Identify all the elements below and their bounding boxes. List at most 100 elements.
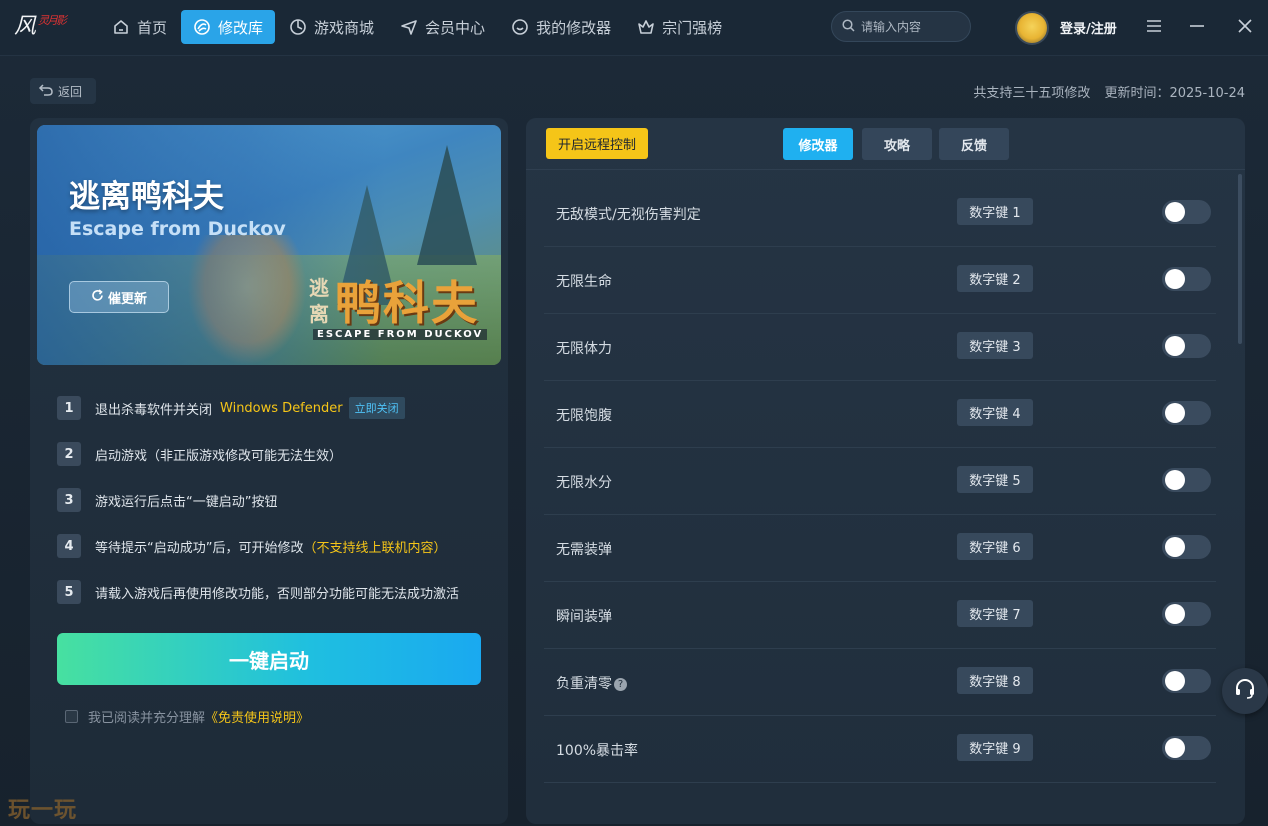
cheat-label: 无限生命 bbox=[556, 274, 612, 290]
top-bar: 风灵月影 首页 修改库 游戏商城 会员中心 我的修改器 宗门强榜 请输入内容 登… bbox=[0, 0, 1268, 56]
hotkey-badge[interactable]: 数字键 2 bbox=[957, 265, 1033, 292]
cheat-toggle[interactable] bbox=[1162, 535, 1211, 559]
step-5: 5 请载入游戏后再使用修改功能，否则部分功能可能无法成功激活 bbox=[57, 580, 459, 604]
step-note: （不支持线上联机内容） bbox=[303, 540, 447, 556]
cheat-toggle[interactable] bbox=[1162, 736, 1211, 760]
nav-label: 宗门强榜 bbox=[662, 18, 723, 37]
nav-sect-ranking[interactable]: 宗门强榜 bbox=[625, 10, 734, 44]
logo-art-en: ESCAPE FROM DUCKOV bbox=[313, 329, 488, 340]
step-2: 2 启动游戏（非正版游戏修改可能无法生效） bbox=[57, 442, 342, 466]
cheat-label: 无限水分 bbox=[556, 475, 612, 491]
avatar[interactable] bbox=[1015, 11, 1049, 45]
cheat-toggle[interactable] bbox=[1162, 334, 1211, 358]
request-update-button[interactable]: 催更新 bbox=[69, 281, 169, 313]
support-count: 共支持三十五项修改 bbox=[973, 86, 1091, 101]
support-info: 共支持三十五项修改 更新时间：2025-10-24 bbox=[959, 82, 1245, 101]
cheat-toggle[interactable] bbox=[1162, 468, 1211, 492]
nav-mod-library[interactable]: 修改库 bbox=[181, 10, 276, 44]
close-defender-button[interactable]: 立即关闭 bbox=[348, 397, 405, 419]
tab-guide[interactable]: 攻略 bbox=[862, 128, 932, 160]
nav-label: 首页 bbox=[137, 18, 168, 37]
home-icon bbox=[112, 18, 130, 36]
help-icon[interactable]: ? bbox=[614, 678, 627, 691]
game-title: 逃离鸭科夫 bbox=[69, 179, 224, 215]
one-click-launch-button[interactable]: 一键启动 bbox=[57, 633, 481, 685]
cheat-row: 无需装弹 数字键 6 bbox=[544, 515, 1216, 582]
member-icon bbox=[400, 18, 418, 36]
customer-support-button[interactable] bbox=[1222, 668, 1268, 714]
nav-member-center[interactable]: 会员中心 bbox=[388, 10, 497, 44]
cheat-label: 负重清零 bbox=[556, 676, 612, 692]
cheat-label: 100%暴击率 bbox=[556, 743, 639, 759]
back-button[interactable]: 返回 bbox=[30, 78, 96, 104]
logo-text: 风 bbox=[14, 14, 36, 39]
close-icon[interactable] bbox=[1235, 16, 1255, 36]
cheat-toggle[interactable] bbox=[1162, 200, 1211, 224]
cheat-label: 无需装弹 bbox=[556, 542, 612, 558]
app-logo[interactable]: 风灵月影 bbox=[14, 10, 80, 44]
cheat-toggle[interactable] bbox=[1162, 602, 1211, 626]
watermark-logo: 玩一玩 bbox=[8, 798, 78, 823]
agree-checkbox[interactable] bbox=[65, 710, 78, 723]
headset-icon bbox=[1233, 677, 1257, 705]
toggle-knob bbox=[1165, 336, 1185, 356]
toggle-knob bbox=[1165, 738, 1185, 758]
step-number: 1 bbox=[57, 396, 81, 420]
back-label: 返回 bbox=[58, 84, 83, 99]
trainer-header: 开启远程控制 修改器 攻略 反馈 bbox=[526, 118, 1245, 170]
hotkey-badge[interactable]: 数字键 8 bbox=[957, 667, 1033, 694]
toggle-knob bbox=[1165, 537, 1185, 557]
step-text: 退出杀毒软件并关闭 bbox=[95, 402, 213, 418]
nav-label: 我的修改器 bbox=[536, 18, 612, 37]
cheat-toggle[interactable] bbox=[1162, 401, 1211, 425]
remote-control-button[interactable]: 开启远程控制 bbox=[546, 128, 648, 159]
nav-home[interactable]: 首页 bbox=[100, 10, 179, 44]
main-nav: 首页 修改库 游戏商城 会员中心 我的修改器 宗门强榜 bbox=[100, 10, 736, 44]
nav-my-trainer[interactable]: 我的修改器 bbox=[499, 10, 623, 44]
hotkey-badge[interactable]: 数字键 6 bbox=[957, 533, 1033, 560]
update-label: 催更新 bbox=[107, 291, 147, 307]
logo-art-small: 逃离 bbox=[309, 276, 329, 326]
my-trainer-icon bbox=[511, 18, 529, 36]
disclaimer-link[interactable]: 《免责使用说明》 bbox=[205, 707, 309, 726]
game-info-panel: 逃离鸭科夫 Escape from Duckov 催更新 逃离 鸭科夫 ESCA… bbox=[30, 118, 508, 824]
update-time: 更新时间：2025-10-24 bbox=[1104, 86, 1245, 101]
cheat-row: 无限生命 数字键 2 bbox=[544, 247, 1216, 314]
hotkey-badge[interactable]: 数字键 5 bbox=[957, 466, 1033, 493]
search-input[interactable]: 请输入内容 bbox=[831, 11, 971, 42]
step-number: 4 bbox=[57, 534, 81, 558]
cheat-row: 无限水分 数字键 5 bbox=[544, 448, 1216, 515]
cheat-label: 无限体力 bbox=[556, 341, 612, 357]
cheat-toggle[interactable] bbox=[1162, 267, 1211, 291]
minimize-icon[interactable] bbox=[1187, 16, 1207, 36]
crown-icon bbox=[637, 18, 655, 36]
step-number: 2 bbox=[57, 442, 81, 466]
menu-icon[interactable] bbox=[1144, 16, 1164, 36]
game-logo-art: 逃离 鸭科夫 ESCAPE FROM DUCKOV bbox=[309, 267, 499, 357]
hotkey-badge[interactable]: 数字键 9 bbox=[957, 734, 1033, 761]
step-1: 1 退出杀毒软件并关闭 Windows Defender 立即关闭 bbox=[57, 396, 405, 420]
step-text: 游戏运行后点击“一键启动”按钮 bbox=[95, 494, 278, 510]
trainer-panel: 开启远程控制 修改器 攻略 反馈 无敌模式/无视伤害判定 数字键 1 无限生命 … bbox=[526, 118, 1245, 824]
scrollbar[interactable] bbox=[1238, 174, 1242, 344]
nav-game-store[interactable]: 游戏商城 bbox=[277, 10, 386, 44]
cheat-row: 瞬间装弹 数字键 7 bbox=[544, 582, 1216, 649]
agreement: 我已阅读并充分理解 《免责使用说明》 bbox=[65, 707, 309, 726]
toggle-knob bbox=[1165, 403, 1185, 423]
agree-text: 我已阅读并充分理解 bbox=[88, 711, 206, 726]
cheat-label: 无敌模式/无视伤害判定 bbox=[556, 207, 701, 223]
hotkey-badge[interactable]: 数字键 7 bbox=[957, 600, 1033, 627]
search-placeholder: 请输入内容 bbox=[861, 20, 922, 34]
step-number: 3 bbox=[57, 488, 81, 512]
mod-library-icon bbox=[193, 18, 211, 36]
cheat-toggle[interactable] bbox=[1162, 669, 1211, 693]
cheat-label: 瞬间装弹 bbox=[556, 609, 612, 625]
step-text: 请载入游戏后再使用修改功能，否则部分功能可能无法成功激活 bbox=[95, 586, 460, 602]
tab-feedback[interactable]: 反馈 bbox=[939, 128, 1009, 160]
login-link[interactable]: 登录/注册 bbox=[1060, 18, 1117, 37]
hotkey-badge[interactable]: 数字键 1 bbox=[957, 198, 1033, 225]
hotkey-badge[interactable]: 数字键 4 bbox=[957, 399, 1033, 426]
cheat-row: 无限体力 数字键 3 bbox=[544, 314, 1216, 381]
hotkey-badge[interactable]: 数字键 3 bbox=[957, 332, 1033, 359]
tab-trainer[interactable]: 修改器 bbox=[783, 128, 853, 160]
